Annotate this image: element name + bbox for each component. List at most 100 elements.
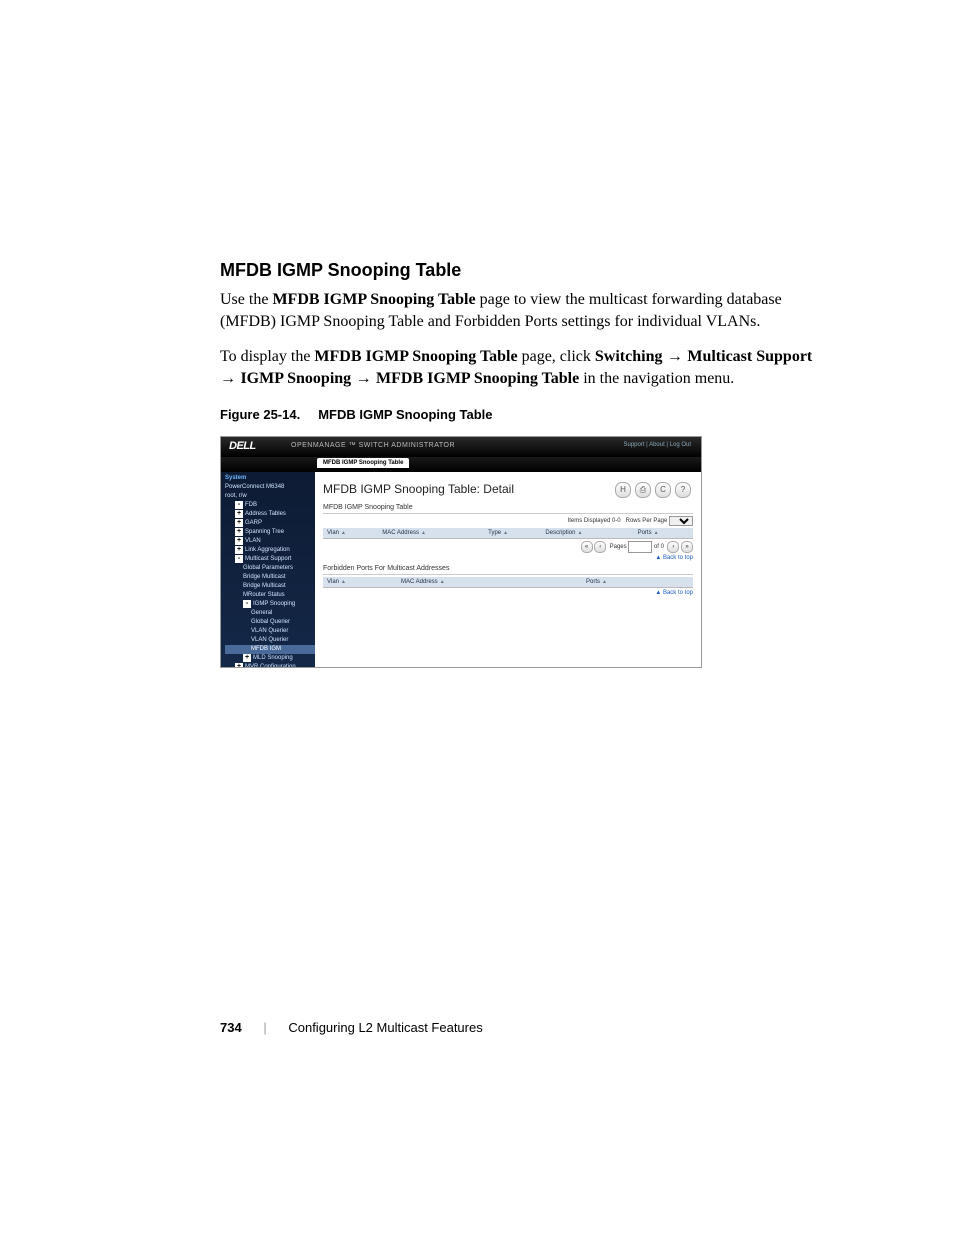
nav-label[interactable]: Multicast Support [245,556,291,562]
sort-icon: ▲ [577,530,582,536]
tab-bar: MFDB IGMP Snooping Table [221,457,701,472]
nav-selected[interactable]: MFDB IGM [225,645,315,654]
figure-number: Figure 25-14. [220,407,300,422]
text: in the navigation menu. [579,370,734,387]
col-desc[interactable]: Description▲ [541,528,633,539]
expand-icon[interactable]: + [235,519,243,527]
text: Use the [220,291,272,308]
col-vlan[interactable]: Vlan▲ [323,528,378,539]
nav-label[interactable]: MLD Snooping [253,655,293,661]
expand-icon[interactable]: + [235,528,243,536]
col-ports[interactable]: Ports▲ [634,528,693,539]
intro-paragraph-2: To display the MFDB IGMP Snooping Table … [220,346,826,389]
sort-icon: ▲ [341,579,346,585]
nav-root[interactable]: System [225,474,315,483]
nav-subitem[interactable]: VLAN Querier [225,627,315,636]
nav-item: -Multicast Support [225,555,315,564]
back-to-top-link[interactable]: ▲ Back to top [323,555,693,561]
nav-item: +VLAN [225,537,315,546]
text: To display the [220,348,314,365]
first-page-button[interactable]: « [581,541,593,553]
intro-paragraph-1: Use the MFDB IGMP Snooping Table page to… [220,289,826,332]
text: page, click [518,348,595,365]
col-type[interactable]: Type▲ [484,528,541,539]
embedded-screenshot: DELL OPENMANAGE ™ SWITCH ADMINISTRATOR S… [220,436,702,668]
print-icon[interactable]: ⎙ [635,482,651,498]
nav-subitem: -IGMP Snooping [225,600,315,609]
arrow-icon: → [220,370,240,387]
inline-bold: Switching [595,348,663,365]
nav-subitem[interactable]: Bridge Multicast [225,582,315,591]
page-input[interactable] [628,541,652,553]
header-links[interactable]: Support | About | Log Out [624,442,692,448]
nav-label[interactable]: Address Tables [245,511,286,517]
nav-subitem[interactable]: General [225,609,315,618]
nav-item: +Spanning Tree [225,528,315,537]
sort-icon: ▲ [341,530,346,536]
divider-icon: | [263,1020,266,1035]
inline-bold: MFDB IGMP Snooping Table [272,291,475,308]
refresh-icon[interactable]: C [655,482,671,498]
content-pane: H ⎙ C ? MFDB IGMP Snooping Table: Detail… [315,472,701,667]
nav-label[interactable]: Link Aggregation [245,547,290,553]
nav-label[interactable]: IGMP Snooping [253,601,295,607]
nav-label[interactable]: GARP [245,520,262,526]
expand-icon[interactable]: + [235,546,243,554]
nav-label[interactable]: MVR Configuration [245,664,296,667]
last-page-button[interactable]: » [681,541,693,553]
chapter-title: Configuring L2 Multicast Features [288,1020,482,1035]
nav-subitem[interactable]: MRouter Status [225,591,315,600]
figure-title: MFDB IGMP Snooping Table [318,407,492,422]
collapse-icon[interactable]: - [243,600,251,608]
nav-subitem[interactable]: Global Parameters [225,564,315,573]
pages-of: of 0 [654,544,664,550]
nav-subitem[interactable]: VLAN Querier [225,636,315,645]
arrow-icon: → [662,348,687,365]
nav-item: +MLD Snooping [225,654,315,663]
sort-icon: ▲ [602,579,607,585]
collapse-icon[interactable]: - [235,555,243,563]
col-mac[interactable]: MAC Address▲ [378,528,484,539]
expand-icon[interactable]: + [235,510,243,518]
save-icon[interactable]: H [615,482,631,498]
table-meta: Items Displayed 0-0 Rows Per Page [323,516,693,526]
col-mac[interactable]: MAC Address▲ [397,577,582,588]
sort-icon: ▲ [421,530,426,536]
nav-label[interactable]: Spanning Tree [245,529,284,535]
section-label: MFDB IGMP Snooping Table [323,504,693,514]
nav-user: root, r/w [225,492,315,501]
sort-icon: ▲ [654,530,659,536]
expand-icon[interactable]: + [235,663,243,667]
document-page: MFDB IGMP Snooping Table Use the MFDB IG… [0,0,954,1235]
col-ports[interactable]: Ports▲ [582,577,693,588]
expand-icon[interactable]: + [243,654,251,662]
brand-logo: DELL [229,440,256,452]
inline-bold: Multicast Support [687,348,812,365]
page-footer: 734 | Configuring L2 Multicast Features [220,1020,483,1035]
collapse-icon[interactable]: - [235,501,243,509]
section-label: Forbidden Ports For Multicast Addresses [323,565,693,575]
pages-label: Pages [610,544,627,550]
help-icon[interactable]: ? [675,482,691,498]
next-page-button[interactable]: › [667,541,679,553]
nav-label[interactable]: VLAN [245,538,261,544]
inline-bold: MFDB IGMP Snooping Table [314,348,517,365]
breadcrumb: OPENMANAGE ™ SWITCH ADMINISTRATOR [291,442,455,449]
rows-per-page-select[interactable] [669,516,693,526]
nav-label[interactable]: FDB [245,502,257,508]
pager: « ‹ Pages of 0 › » [323,541,693,553]
nav-subitem[interactable]: Global Querier [225,618,315,627]
col-vlan[interactable]: Vlan▲ [323,577,397,588]
items-displayed: Items Displayed 0-0 [568,518,621,524]
nav-tree[interactable]: System PowerConnect M6348 root, r/w -FDB… [221,472,315,667]
forbidden-table: Vlan▲ MAC Address▲ Ports▲ [323,577,693,588]
rows-per-page-label: Rows Per Page [626,518,668,524]
inline-bold: IGMP Snooping [240,370,351,387]
active-tab[interactable]: MFDB IGMP Snooping Table [317,458,409,468]
figure-caption: Figure 25-14. MFDB IGMP Snooping Table [220,407,826,422]
page-number: 734 [220,1020,242,1035]
nav-subitem[interactable]: Bridge Multicast [225,573,315,582]
back-to-top-link[interactable]: ▲ Back to top [323,590,693,596]
prev-page-button[interactable]: ‹ [594,541,606,553]
expand-icon[interactable]: + [235,537,243,545]
